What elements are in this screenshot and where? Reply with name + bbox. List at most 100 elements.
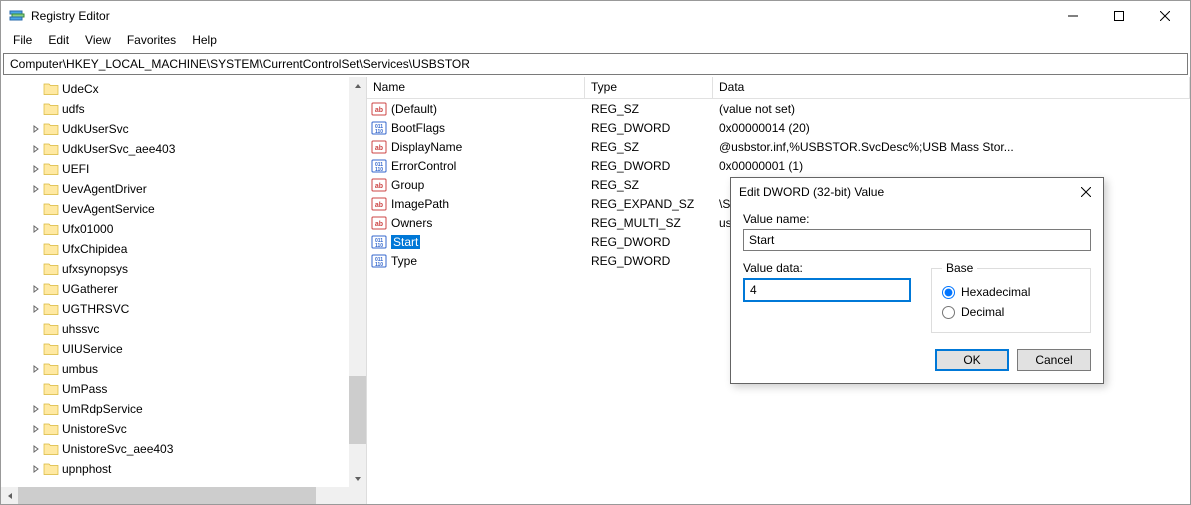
dec-radio-row[interactable]: Decimal [942, 305, 1080, 319]
tree-item[interactable]: UfxChipidea [43, 239, 366, 259]
tree-item[interactable]: UIUService [43, 339, 366, 359]
maximize-button[interactable] [1096, 1, 1142, 31]
column-header-name[interactable]: Name [367, 77, 585, 98]
horizontal-scrollbar[interactable] [1, 487, 366, 504]
scroll-thumb-h[interactable] [18, 487, 316, 504]
tree-item[interactable]: UnistoreSvc [43, 419, 366, 439]
tree-item[interactable]: umbus [43, 359, 366, 379]
folder-icon [43, 201, 59, 217]
value-row[interactable]: 011110ErrorControlREG_DWORD0x00000001 (1… [367, 156, 1190, 175]
hex-radio-row[interactable]: Hexadecimal [942, 285, 1080, 299]
close-button[interactable] [1142, 1, 1188, 31]
folder-icon [43, 181, 59, 197]
scroll-thumb[interactable] [349, 376, 366, 444]
regedit-icon [9, 8, 25, 24]
folder-icon [43, 381, 59, 397]
expander-icon[interactable] [29, 405, 43, 413]
folder-icon [43, 141, 59, 157]
tree-item[interactable]: UdeCx [43, 79, 366, 99]
value-type: REG_SZ [585, 102, 713, 116]
registry-tree[interactable]: UdeCxudfsUdkUserSvcUdkUserSvc_aee403UEFI… [1, 77, 366, 481]
folder-icon [43, 461, 59, 477]
scroll-track[interactable] [349, 94, 366, 470]
expander-icon[interactable] [29, 185, 43, 193]
tree-item[interactable]: UevAgentDriver [43, 179, 366, 199]
dec-radio[interactable] [942, 306, 955, 319]
tree-item-label: UIUService [62, 342, 123, 356]
folder-icon [43, 321, 59, 337]
expander-icon[interactable] [29, 165, 43, 173]
tree-item[interactable]: UEFI [43, 159, 366, 179]
value-name: Type [391, 254, 417, 268]
svg-text:ab: ab [375, 221, 383, 228]
tree-item[interactable]: udfs [43, 99, 366, 119]
value-data: 0x00000014 (20) [713, 121, 1190, 135]
binary-value-icon: 011110 [371, 253, 387, 269]
menu-help[interactable]: Help [184, 31, 225, 51]
tree-item[interactable]: UnistoreSvc_aee403 [43, 439, 366, 459]
tree-item[interactable]: UdkUserSvc_aee403 [43, 139, 366, 159]
string-value-icon: ab [371, 139, 387, 155]
scroll-up-arrow[interactable] [349, 77, 366, 94]
tree-item[interactable]: UevAgentService [43, 199, 366, 219]
column-header-type[interactable]: Type [585, 77, 713, 98]
ok-button[interactable]: OK [935, 349, 1009, 371]
value-name: ErrorControl [391, 159, 456, 173]
folder-icon [43, 441, 59, 457]
menu-edit[interactable]: Edit [40, 31, 77, 51]
tree-item[interactable]: upnphost [43, 459, 366, 479]
scroll-down-arrow[interactable] [349, 470, 366, 487]
tree-item[interactable]: uhssvc [43, 319, 366, 339]
expander-icon[interactable] [29, 425, 43, 433]
dialog-close-button[interactable] [1073, 179, 1099, 205]
hex-radio[interactable] [942, 286, 955, 299]
expander-icon[interactable] [29, 225, 43, 233]
expander-icon[interactable] [29, 285, 43, 293]
value-data-input[interactable] [743, 278, 911, 302]
value-row[interactable]: 011110BootFlagsREG_DWORD0x00000014 (20) [367, 118, 1190, 137]
tree-item-label: UnistoreSvc [62, 422, 127, 436]
value-row[interactable]: abDisplayNameREG_SZ@usbstor.inf,%USBSTOR… [367, 137, 1190, 156]
tree-item[interactable]: UmRdpService [43, 399, 366, 419]
tree-item-label: ufxsynopsys [62, 262, 128, 276]
vertical-scrollbar[interactable] [349, 77, 366, 487]
svg-text:ab: ab [375, 107, 383, 114]
menu-file[interactable]: File [5, 31, 40, 51]
value-data: @usbstor.inf,%USBSTOR.SvcDesc%;USB Mass … [713, 140, 1190, 154]
hex-label: Hexadecimal [961, 285, 1030, 299]
cancel-button[interactable]: Cancel [1017, 349, 1091, 371]
tree-item-label: UGatherer [62, 282, 118, 296]
expander-icon[interactable] [29, 305, 43, 313]
expander-icon[interactable] [29, 445, 43, 453]
folder-icon [43, 401, 59, 417]
folder-icon [43, 361, 59, 377]
tree-item[interactable]: UGTHRSVC [43, 299, 366, 319]
string-value-icon: ab [371, 177, 387, 193]
tree-item[interactable]: Ufx01000 [43, 219, 366, 239]
expander-icon[interactable] [29, 365, 43, 373]
value-name-input[interactable] [743, 229, 1091, 251]
tree-item-label: umbus [62, 362, 98, 376]
menubar: FileEditViewFavoritesHelp [1, 31, 1190, 51]
expander-icon[interactable] [29, 465, 43, 473]
tree-item[interactable]: ufxsynopsys [43, 259, 366, 279]
expander-icon[interactable] [29, 145, 43, 153]
svg-text:110: 110 [375, 129, 383, 135]
menu-favorites[interactable]: Favorites [119, 31, 184, 51]
address-bar[interactable]: Computer\HKEY_LOCAL_MACHINE\SYSTEM\Curre… [3, 53, 1188, 75]
scroll-track-h[interactable] [18, 487, 349, 504]
scroll-corner [349, 487, 366, 504]
dec-label: Decimal [961, 305, 1004, 319]
value-row[interactable]: ab(Default)REG_SZ(value not set) [367, 99, 1190, 118]
minimize-button[interactable] [1050, 1, 1096, 31]
scroll-left-arrow[interactable] [1, 487, 18, 504]
folder-icon [43, 81, 59, 97]
tree-item[interactable]: UGatherer [43, 279, 366, 299]
value-name: (Default) [391, 102, 437, 116]
tree-item[interactable]: UdkUserSvc [43, 119, 366, 139]
tree-item-label: UevAgentService [62, 202, 155, 216]
column-header-data[interactable]: Data [713, 77, 1190, 98]
tree-item[interactable]: UmPass [43, 379, 366, 399]
expander-icon[interactable] [29, 125, 43, 133]
menu-view[interactable]: View [77, 31, 119, 51]
